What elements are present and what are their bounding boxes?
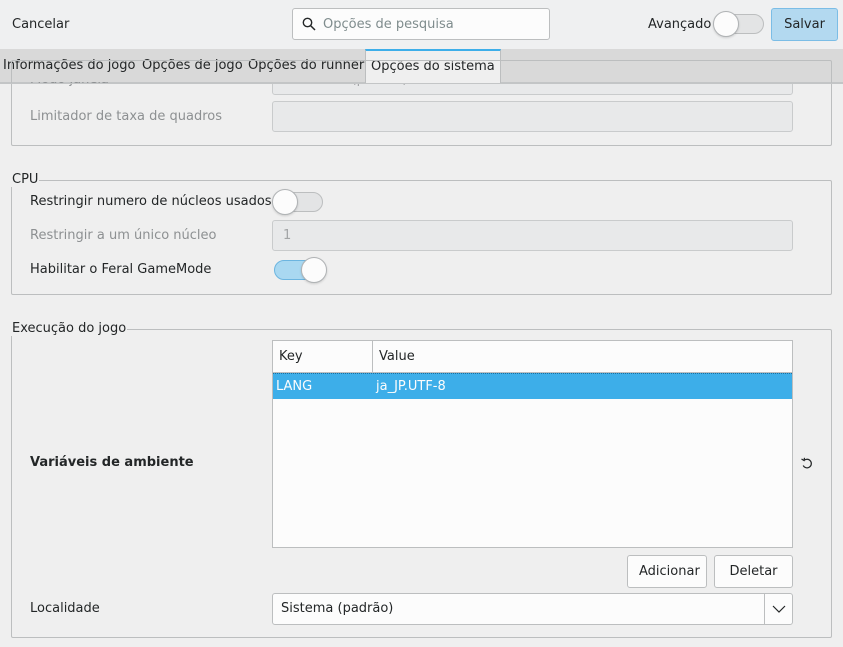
column-header-value[interactable]: Value <box>373 341 792 373</box>
search-box[interactable] <box>292 8 550 40</box>
tab-bar-border <box>0 83 843 84</box>
locale-select[interactable]: Sistema (padrão) <box>272 593 793 625</box>
select-divider <box>764 594 765 624</box>
gamemode-label: Habilitar o Feral GameMode <box>30 262 212 277</box>
restrict-cores-toggle[interactable] <box>272 189 323 215</box>
reset-icon[interactable] <box>800 456 814 470</box>
env-vars-table[interactable]: Key Value LANG ja_JP.UTF-8 <box>272 340 793 548</box>
cell-key: LANG <box>276 379 313 394</box>
locale-label: Localidade <box>30 601 100 616</box>
column-header-key[interactable]: Key <box>273 341 373 373</box>
chevron-down-icon[interactable] <box>772 603 786 615</box>
search-input[interactable] <box>323 9 543 39</box>
advanced-toggle[interactable] <box>713 11 764 37</box>
locale-selected-value: Sistema (padrão) <box>281 601 394 616</box>
toggle-knob <box>713 11 739 37</box>
env-vars-label: Variáveis de ambiente <box>30 455 194 470</box>
gamemode-toggle[interactable] <box>274 257 327 283</box>
cell-value: ja_JP.UTF-8 <box>376 379 446 394</box>
frame-limiter-field[interactable] <box>272 101 793 132</box>
delete-button[interactable]: Deletar <box>714 555 793 588</box>
single-core-field[interactable]: 1 <box>272 220 793 251</box>
frame-limiter-label: Limitador de taxa de quadros <box>30 109 222 124</box>
add-button[interactable]: Adicionar <box>627 555 707 588</box>
toggle-knob <box>301 257 327 283</box>
search-icon <box>302 17 316 31</box>
save-button[interactable]: Salvar <box>771 8 838 41</box>
cancel-button[interactable]: Cancelar <box>0 8 81 41</box>
restrict-cores-label: Restringir numero de núcleos usados <box>30 194 272 209</box>
toggle-knob <box>272 189 298 215</box>
cpu-group-title: CPU <box>11 172 40 187</box>
table-row[interactable]: LANG ja_JP.UTF-8 <box>273 373 792 399</box>
single-core-label: Restringir a um único núcleo <box>30 228 217 243</box>
header-bar: Cancelar Avançado Salvar <box>0 0 843 49</box>
execution-group-title: Execução do jogo <box>11 321 128 336</box>
advanced-label: Avançado <box>648 17 712 32</box>
